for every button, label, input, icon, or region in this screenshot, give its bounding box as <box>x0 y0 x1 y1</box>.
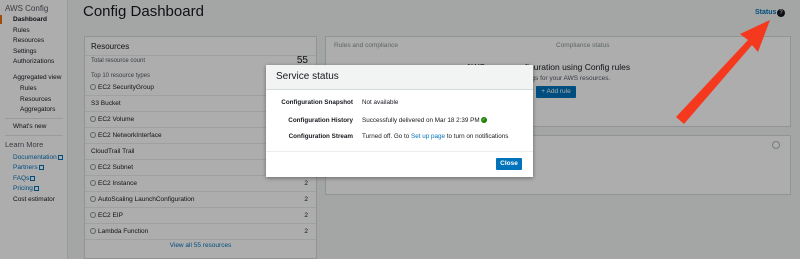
annotation-arrow-icon <box>676 20 770 124</box>
arrow-shape <box>676 20 770 124</box>
